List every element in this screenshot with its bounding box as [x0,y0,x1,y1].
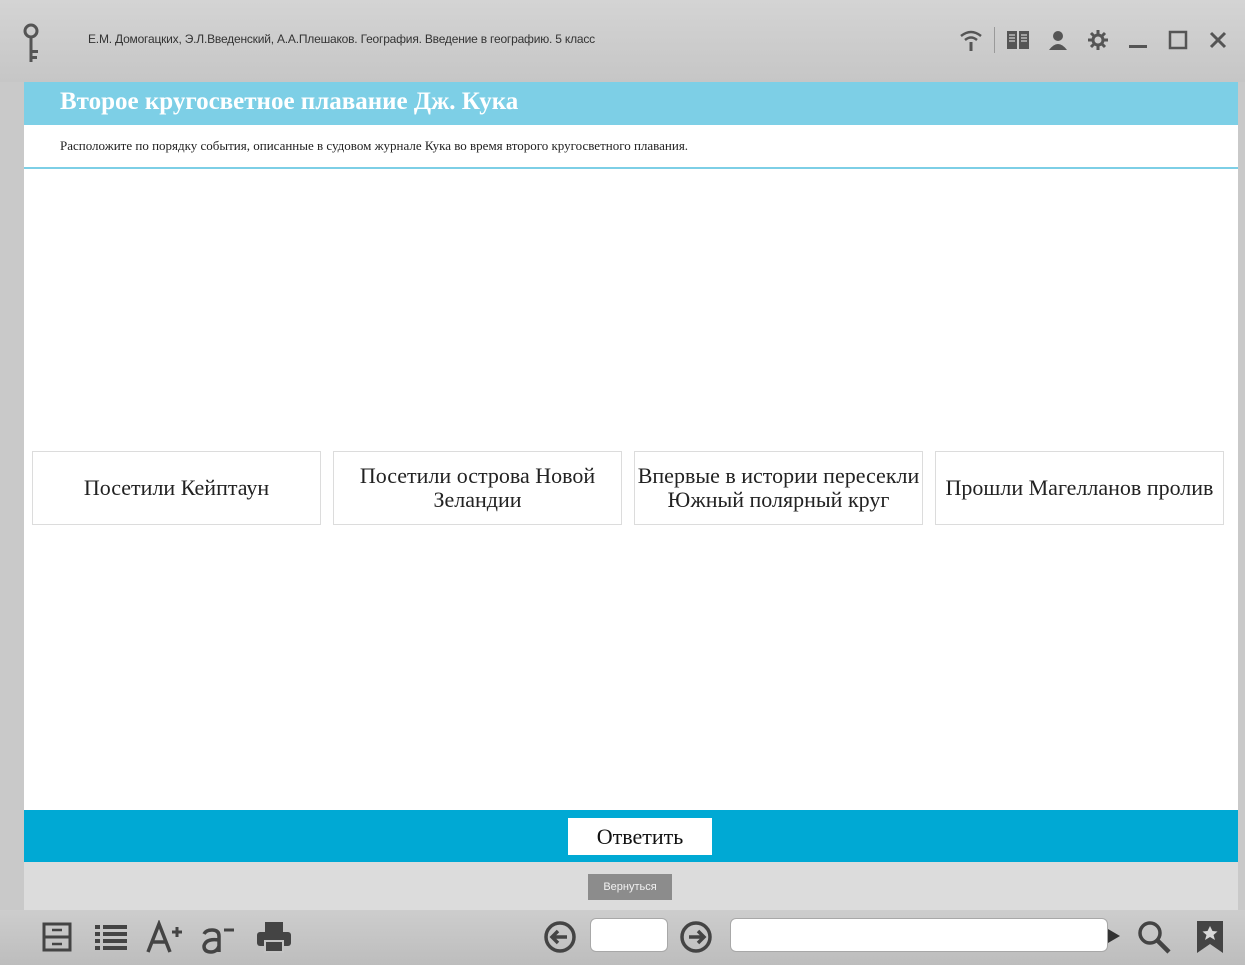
layout-icon[interactable] [40,918,74,956]
title-bar: Е.М. Домогацких, Э.Л.Введенский, А.А.Пле… [0,0,1245,82]
book-icon[interactable] [1005,27,1031,53]
window-controls [958,22,1231,58]
page-number-input[interactable] [590,918,668,952]
instruction-text: Расположите по порядку события, описанны… [60,138,689,153]
wifi-icon[interactable] [958,27,984,53]
back-button[interactable]: Вернуться [588,874,672,900]
play-icon[interactable] [1107,928,1121,949]
settings-icon[interactable] [1085,27,1111,53]
list-icon[interactable] [92,918,130,956]
close-icon[interactable] [1205,27,1231,53]
answer-band: Ответить [24,810,1238,862]
search-icon[interactable] [1134,918,1174,956]
document-title: Е.М. Домогацких, Э.Л.Введенский, А.А.Пле… [88,32,595,46]
event-card-label: Посетили Кейптаун [83,475,270,500]
header-band: Второе кругосветное плавание Дж. Кука [24,82,1238,125]
answer-button[interactable]: Ответить [568,818,712,855]
user-icon[interactable] [1045,27,1071,53]
back-band: Вернуться [24,862,1238,910]
event-card[interactable]: Прошли Магелланов пролив [935,451,1224,525]
minimize-icon[interactable] [1125,27,1151,53]
bottom-toolbar [0,910,1245,965]
event-card-label: Впервые в истории пересекли Южный полярн… [637,463,920,512]
event-card-label: Прошли Магелланов пролив [945,475,1214,500]
sortable-cards: Посетили Кейптаун Посетили острова Новой… [32,451,1230,527]
bookmark-icon[interactable] [1192,918,1228,956]
font-decrease-icon[interactable] [198,918,238,956]
page-title: Второе кругосветное плавание Дж. Кука [60,88,519,115]
instruction-bar: Расположите по порядку события, описанны… [24,125,1238,169]
event-card[interactable]: Посетили Кейптаун [32,451,321,525]
event-card-label: Посетили острова Новой Зеландии [359,463,596,512]
maximize-icon[interactable] [1165,27,1191,53]
print-icon[interactable] [254,918,294,956]
key-icon [22,22,40,66]
next-page-icon[interactable] [678,918,714,956]
event-card[interactable]: Посетили острова Новой Зеландии [333,451,622,525]
event-card[interactable]: Впервые в истории пересекли Южный полярн… [634,451,923,525]
divider [994,27,995,53]
search-input[interactable] [730,918,1108,952]
exercise-window: Второе кругосветное плавание Дж. Кука Ра… [24,82,1238,910]
font-increase-icon[interactable] [146,918,186,956]
prev-page-icon[interactable] [542,918,578,956]
